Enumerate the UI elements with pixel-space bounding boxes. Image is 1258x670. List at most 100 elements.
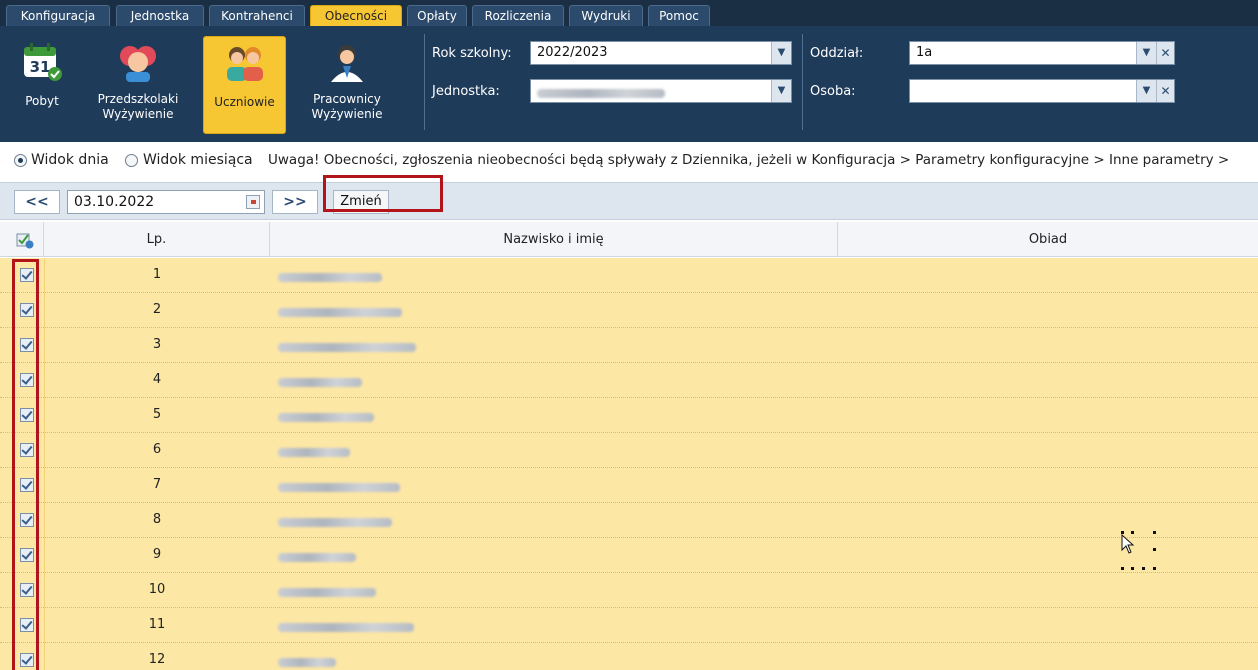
ribbon-label-przedszkolaki: Przedszkolaki Wyżywienie [97,92,179,121]
row-lp: 8 [152,512,162,527]
ribbon-label-pobyt: Pobyt [25,94,59,108]
student-name-redacted [278,411,374,426]
row-lp: 11 [148,617,166,632]
student-name-redacted [278,621,414,636]
tab-obecnosci[interactable]: Obecności [310,5,402,26]
ribbon-button-pracownicy[interactable]: Pracownicy Wyżywienie [300,36,394,134]
chevron-down-icon[interactable]: ▼ [1136,42,1156,64]
school-year-value: 2022/2023 [537,45,608,60]
day-view-label: Widok dnia [31,152,109,168]
student-name-redacted [278,481,400,496]
tab-jednostka[interactable]: Jednostka [116,5,204,26]
person-select[interactable]: ▼ ✕ [909,79,1175,103]
table-row[interactable]: 12 [0,643,1258,670]
previous-day-button[interactable]: << [14,190,60,214]
student-name-redacted [278,271,382,286]
row-lp: 12 [148,652,166,667]
table-row[interactable]: 5 [0,398,1258,433]
tab-rozliczenia[interactable]: Rozliczenia [472,5,564,26]
column-header-meal[interactable]: Obiad [838,222,1258,257]
row-lp: 7 [152,477,162,492]
ribbon-button-przedszkolaki[interactable]: Przedszkolaki Wyżywienie [86,36,190,134]
table-row[interactable]: 4 [0,363,1258,398]
unit-value-redacted [537,87,665,102]
chevron-down-icon[interactable]: ▼ [1136,80,1156,102]
students-table-body: 1 2 3 4 5 6 7 8 9 10 11 12 [0,258,1258,670]
clear-icon[interactable]: ✕ [1156,42,1174,64]
month-view-radio[interactable] [125,154,138,167]
select-all-column[interactable] [0,222,44,257]
annotation-box-change-button [323,175,443,212]
student-name-redacted [278,446,350,461]
table-row[interactable]: 6 [0,433,1258,468]
students-icon [226,47,263,81]
student-name-redacted [278,516,392,531]
tab-konfiguracja[interactable]: Konfiguracja [6,5,110,26]
select-all-icon[interactable] [16,231,34,249]
table-row[interactable]: 1 [0,258,1258,293]
ribbon-label-pracownicy: Pracownicy Wyżywienie [311,92,383,121]
table-row[interactable]: 10 [0,573,1258,608]
calendar-picker-icon[interactable] [246,195,260,209]
unit-label: Jednostka: [432,84,500,99]
chevron-down-icon[interactable]: ▼ [771,42,791,64]
student-name-redacted [278,341,416,356]
tab-wydruki[interactable]: Wydruki [569,5,643,26]
tab-oplaty[interactable]: Opłaty [407,5,467,26]
table-row[interactable]: 2 [0,293,1258,328]
tab-kontrahenci[interactable]: Kontrahenci [209,5,305,26]
class-select[interactable]: 1a ▼ ✕ [909,41,1175,65]
row-lp: 4 [152,372,162,387]
school-year-select[interactable]: 2022/2023 ▼ [530,41,792,65]
student-name-redacted [278,586,376,601]
column-header-lp[interactable]: Lp. [44,222,270,257]
app-header: Konfiguracja Jednostka Kontrahenci Obecn… [0,0,1258,142]
row-lp: 9 [152,547,162,562]
clear-icon[interactable]: ✕ [1156,80,1174,102]
tab-pomoc[interactable]: Pomoc [648,5,710,26]
ribbon-button-pobyt[interactable]: 31 Pobyt [6,36,78,134]
school-year-label: Rok szkolny: [432,46,512,61]
filter-separator [802,34,803,130]
ribbon-separator [424,34,425,130]
next-day-button[interactable]: >> [272,190,318,214]
calendar-icon: 31 [24,43,62,81]
integration-notice: Uwaga! Obecności, zgłoszenia nieobecnośc… [268,152,1230,168]
row-lp: 1 [152,267,162,282]
student-name-redacted [278,656,336,670]
class-label: Oddział: [810,46,864,61]
table-row[interactable]: 7 [0,468,1258,503]
chevron-down-icon[interactable]: ▼ [771,80,791,102]
class-value: 1a [916,45,933,60]
day-view-radio[interactable] [14,154,27,167]
table-row[interactable]: 8 [0,503,1258,538]
student-name-redacted [278,306,402,321]
row-lp: 10 [148,582,166,597]
row-lp: 5 [152,407,162,422]
date-field[interactable]: 03.10.2022 [67,190,265,214]
unit-select[interactable]: ▼ [530,79,792,103]
date-value: 03.10.2022 [74,194,155,210]
annotation-box-checkbox-column [12,259,39,670]
table-row[interactable]: 11 [0,608,1258,643]
main-menu-bar: Konfiguracja Jednostka Kontrahenci Obecn… [0,0,1258,26]
date-toolbar: << 03.10.2022 >> Zmień [0,182,1258,220]
row-lp: 3 [152,337,162,352]
row-lp: 6 [152,442,162,457]
ribbon-button-uczniowie[interactable]: Uczniowie [203,36,286,134]
table-row[interactable]: 9 [0,538,1258,573]
student-name-redacted [278,551,356,566]
student-name-redacted [278,376,362,391]
column-header-name[interactable]: Nazwisko i imię [270,222,838,257]
mouse-pointer-icon [1121,534,1135,554]
children-icon [120,46,156,82]
view-mode-bar: Widok dnia Widok miesiąca Uwaga! Obecnoś… [0,146,1258,176]
employee-icon [331,45,363,82]
ribbon-label-uczniowie: Uczniowie [214,95,275,109]
calendar-day: 31 [30,58,51,76]
row-lp: 2 [152,302,162,317]
month-view-label: Widok miesiąca [143,152,253,168]
table-row[interactable]: 3 [0,328,1258,363]
grid-header: Lp. Nazwisko i imię Obiad [0,222,1258,257]
person-label: Osoba: [810,84,856,99]
